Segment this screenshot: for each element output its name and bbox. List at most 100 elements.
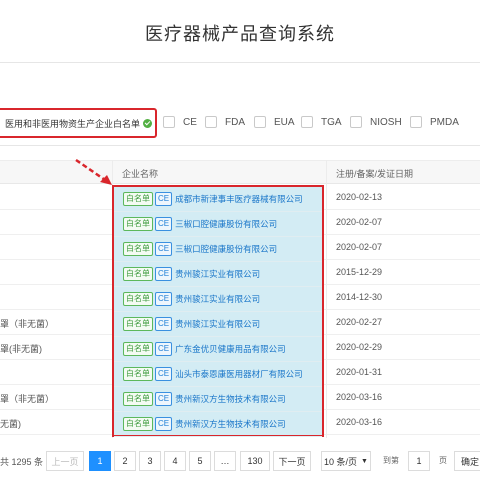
checkbox[interactable] (205, 116, 217, 128)
filter-pmda[interactable]: PMDA (410, 116, 459, 128)
whitelist-badge: 白名单 (123, 317, 153, 331)
filter-label: NIOSH (370, 116, 402, 128)
filter-ce[interactable]: CE (163, 116, 197, 128)
product-name-cell: 罩(非无菌) (0, 344, 42, 354)
filter-tga[interactable]: TGA (301, 116, 342, 128)
filter-label: CE (183, 116, 197, 128)
goto-page-input[interactable]: 1 (408, 451, 430, 471)
column-header-company: 企业名称 (122, 169, 159, 179)
company-link[interactable]: 贵州骏江实业有限公司 (175, 268, 260, 280)
page-size-value: 10 条/页 (324, 456, 358, 467)
ce-badge: CE (155, 317, 173, 331)
whitelist-badge: 白名单 (123, 342, 153, 356)
company-cell: 白名单 CE 成都市新津事丰医疗器械有限公司 (114, 187, 322, 212)
date-cell: 2020-02-07 (336, 242, 383, 252)
pagination: 共 1295 条 上一页 1 2 3 4 5 … 130 下一页 10 条/页 … (0, 451, 480, 471)
filter-label: PMDA (430, 116, 459, 128)
filter-label: EUA (274, 116, 295, 128)
date-cell: 2020-02-07 (336, 217, 383, 227)
whitelist-filter-label: 医用和非医用物资生产企业白名单 (5, 118, 141, 129)
check-circle-icon (143, 118, 153, 128)
total-count: 共 1295 条 (0, 457, 44, 467)
filter-label: TGA (321, 116, 342, 128)
whitelist-badge: 白名单 (123, 292, 153, 306)
date-cell: 2020-02-29 (336, 342, 383, 352)
company-cell: 白名单 CE 三椒口腔健康股份有限公司 (114, 212, 322, 237)
ce-badge: CE (155, 392, 173, 406)
whitelist-badge: 白名单 (123, 242, 153, 256)
page-ellipsis: … (214, 451, 236, 471)
filter-bar: 医用和非医用物资生产企业白名单 CE FDA EUA TGA NIOSH PMD… (0, 108, 480, 138)
ce-badge: CE (155, 292, 173, 306)
goto-label: 到第 (383, 456, 399, 465)
ce-badge: CE (155, 367, 173, 381)
company-cell: 白名单 CE 汕头市泰恩康医用器材厂有限公司 (114, 362, 322, 387)
company-link[interactable]: 汕头市泰恩康医用器材厂有限公司 (175, 368, 303, 380)
ce-badge: CE (155, 242, 173, 256)
company-link[interactable]: 贵州新汉方生物技术有限公司 (175, 393, 286, 405)
company-link[interactable]: 三椒口腔健康股份有限公司 (175, 218, 277, 230)
checkbox[interactable] (254, 116, 266, 128)
company-cell: 白名单 CE 三椒口腔健康股份有限公司 (114, 237, 322, 262)
company-link[interactable]: 贵州骏江实业有限公司 (175, 318, 260, 330)
page-title: 医疗器械产品查询系统 (145, 24, 335, 44)
goto-confirm-button[interactable]: 确定 (454, 451, 480, 471)
product-name-cell: 罩（非无菌） (0, 394, 55, 404)
date-cell: 2020-03-16 (336, 417, 383, 427)
date-cell: 2015-12-29 (336, 267, 383, 277)
ce-badge: CE (155, 342, 173, 356)
page-button-2[interactable]: 2 (114, 451, 136, 471)
page-size-select[interactable]: 10 条/页 ▼ (321, 451, 371, 471)
divider (0, 62, 480, 63)
prev-page-button[interactable]: 上一页 (46, 451, 84, 471)
checkbox[interactable] (350, 116, 362, 128)
company-cell: 白名单 CE 贵州骏江实业有限公司 (114, 287, 322, 312)
company-link[interactable]: 贵州新汉方生物技术有限公司 (175, 418, 286, 430)
date-cell: 2020-03-16 (336, 392, 383, 402)
company-cell: 白名单 CE 贵州骏江实业有限公司 (114, 312, 322, 337)
company-link[interactable]: 贵州骏江实业有限公司 (175, 293, 260, 305)
checkbox[interactable] (410, 116, 422, 128)
company-cell: 白名单 CE 广东金优贝健康用品有限公司 (114, 337, 322, 362)
highlighted-company-column: 白名单 CE 成都市新津事丰医疗器械有限公司 白名单 CE 三椒口腔健康股份有限公司 白名单… (112, 185, 324, 437)
checkbox[interactable] (301, 116, 313, 128)
page-button-1[interactable]: 1 (89, 451, 111, 471)
ce-badge: CE (155, 217, 173, 231)
filter-eua[interactable]: EUA (254, 116, 295, 128)
product-name-cell: 无菌) (0, 419, 21, 429)
next-page-button[interactable]: 下一页 (273, 451, 311, 471)
whitelist-badge: 白名单 (123, 367, 153, 381)
page-button-3[interactable]: 3 (139, 451, 161, 471)
company-link[interactable]: 广东金优贝健康用品有限公司 (175, 343, 286, 355)
page-button-last[interactable]: 130 (240, 451, 270, 471)
filter-label: FDA (225, 116, 245, 128)
company-cell: 白名单 CE 贵州骏江实业有限公司 (114, 262, 322, 287)
filter-fda[interactable]: FDA (205, 116, 245, 128)
whitelist-badge: 白名单 (123, 267, 153, 281)
date-cell: 2014-12-30 (336, 292, 383, 302)
company-link[interactable]: 成都市新津事丰医疗器械有限公司 (175, 193, 303, 205)
date-cell: 2020-02-13 (336, 192, 383, 202)
ce-badge: CE (155, 267, 173, 281)
chevron-down-icon: ▼ (361, 457, 368, 465)
company-cell: 白名单 CE 贵州新汉方生物技术有限公司 (114, 412, 322, 437)
company-link[interactable]: 三椒口腔健康股份有限公司 (175, 243, 277, 255)
whitelist-badge: 白名单 (123, 192, 153, 206)
divider (0, 145, 480, 146)
date-cell: 2020-02-27 (336, 317, 383, 327)
ce-badge: CE (155, 417, 173, 431)
filter-niosh[interactable]: NIOSH (350, 116, 402, 128)
whitelist-badge: 白名单 (123, 417, 153, 431)
page-button-4[interactable]: 4 (164, 451, 186, 471)
date-cell: 2020-01-31 (336, 367, 383, 377)
column-header-date: 注册/备案/发证日期 (336, 169, 414, 179)
ce-badge: CE (155, 192, 173, 206)
whitelist-badge: 白名单 (123, 217, 153, 231)
checkbox[interactable] (163, 116, 175, 128)
page-button-5[interactable]: 5 (189, 451, 211, 471)
whitelist-badge: 白名单 (123, 392, 153, 406)
annotation-arrow-icon (75, 158, 112, 185)
company-cell: 白名单 CE 贵州新汉方生物技术有限公司 (114, 387, 322, 412)
product-name-cell: 罩（非无菌） (0, 319, 55, 329)
whitelist-filter[interactable]: 医用和非医用物资生产企业白名单 (0, 108, 157, 138)
